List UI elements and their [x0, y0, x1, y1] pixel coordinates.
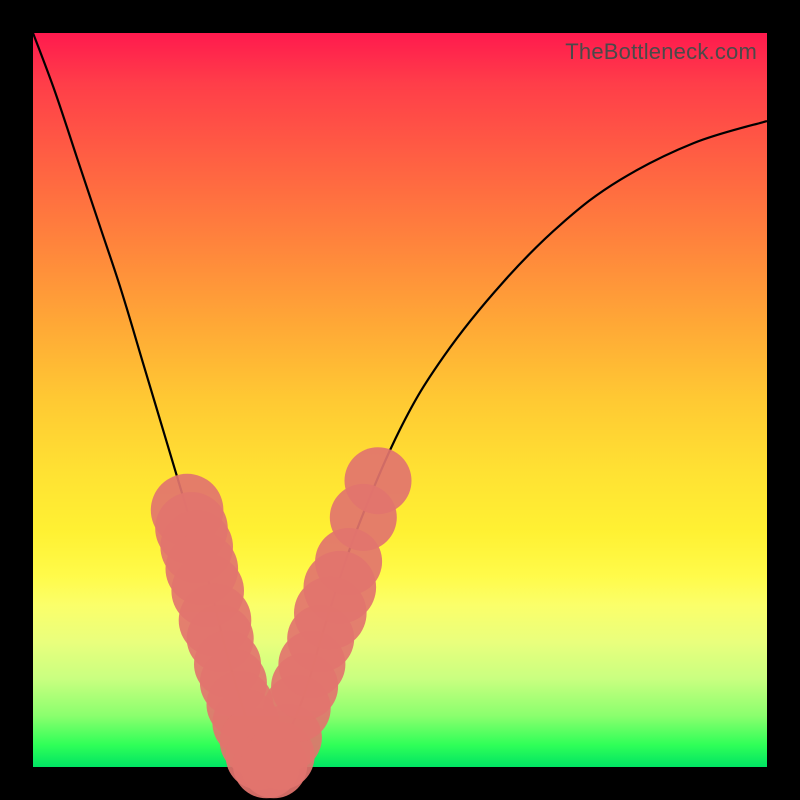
data-marker: [345, 447, 412, 514]
bottleneck-curve: [33, 33, 767, 767]
curve-layer: [33, 33, 767, 767]
plot-area: TheBottleneck.com: [33, 33, 767, 767]
chart-frame: TheBottleneck.com: [0, 0, 800, 800]
data-markers: [151, 447, 412, 798]
